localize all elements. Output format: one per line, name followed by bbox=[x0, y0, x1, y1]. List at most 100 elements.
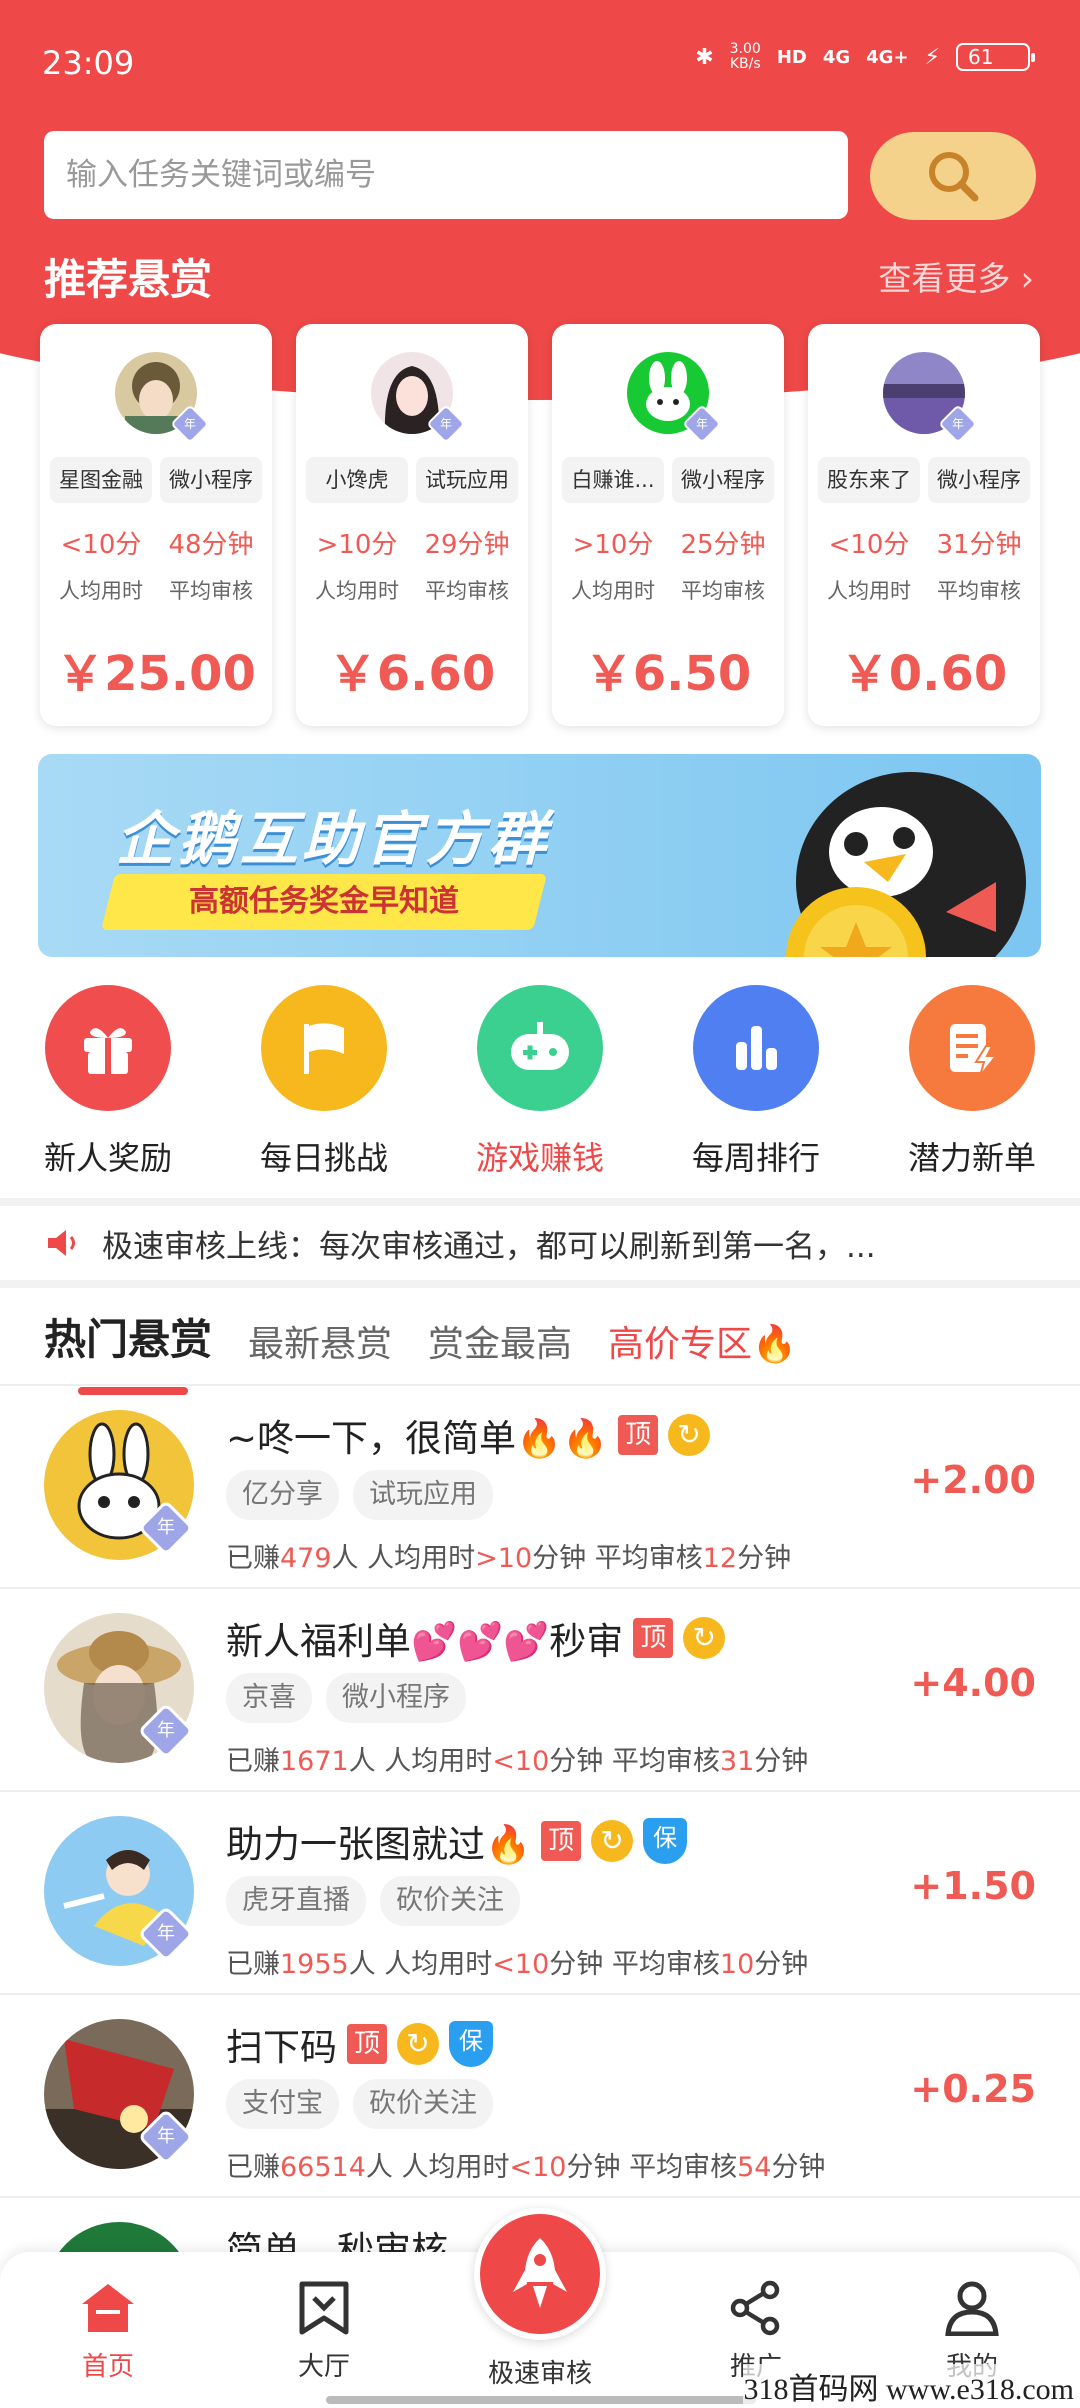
refresh-icon: ↻ bbox=[668, 1414, 711, 1456]
avg-time: >10分 bbox=[572, 530, 654, 560]
card-price: ￥6.60 bbox=[328, 646, 496, 702]
charging-icon: ⚡ bbox=[924, 44, 940, 70]
search-icon bbox=[929, 152, 979, 202]
task-tabs: 热门悬赏 最新悬赏 赏金最高 高价专区🔥 bbox=[44, 1306, 797, 1395]
task-amount: +2.00 bbox=[910, 1458, 1036, 1502]
card-tag: 微小程序 bbox=[928, 457, 1030, 503]
document-flash-icon bbox=[909, 985, 1035, 1111]
task-tag: 试玩应用 bbox=[353, 1470, 493, 1520]
avg-time-label: 人均用时 bbox=[571, 579, 655, 603]
task-title: 新人福利单💕💕💕秒审 bbox=[226, 1620, 624, 1663]
task-row[interactable]: 年 ~咚一下，很简单🔥🔥 顶 ↻ 亿分享 试玩应用 已赚479人 人均用时>10分钟 … bbox=[0, 1386, 1080, 1589]
tab-latest[interactable]: 最新悬赏 bbox=[248, 1315, 392, 1367]
quick-item-potential-new[interactable]: 潜力新单 bbox=[867, 985, 1077, 1185]
task-amount: +0.25 bbox=[910, 2067, 1036, 2111]
tab-highest-reward[interactable]: 赏金最高 bbox=[428, 1315, 572, 1367]
avg-audit: 25分钟 bbox=[680, 530, 766, 560]
rocket-icon bbox=[513, 2238, 567, 2308]
card-tag: 股东来了 bbox=[818, 457, 920, 503]
search-input[interactable]: 输入任务关键词或编号 bbox=[44, 131, 848, 219]
card-price: ￥6.50 bbox=[584, 646, 752, 702]
status-bar: 23:09 ✱ 3.00 KB/s HD 4G 4G+ ⚡ 61 bbox=[0, 0, 1080, 126]
clock: 23:09 bbox=[42, 44, 135, 82]
task-tag: 支付宝 bbox=[226, 2079, 339, 2129]
app-screen: { "status": {"time": "23:09", "net_speed… bbox=[0, 0, 1080, 2408]
quick-label: 每日挑战 bbox=[259, 1139, 388, 1177]
notice-bar[interactable]: 极速审核上线：每次审核通过，都可以刷新到第一名，... bbox=[0, 1206, 1080, 1280]
quick-label: 每周排行 bbox=[691, 1139, 820, 1177]
quick-entries: 新人奖励 每日挑战 游戏赚钱 每周排行 潜力新单 bbox=[0, 985, 1080, 1185]
task-tag: 砍价关注 bbox=[380, 1876, 520, 1926]
task-tag: 微小程序 bbox=[326, 1673, 466, 1723]
avg-audit-label: 平均审核 bbox=[681, 579, 765, 603]
task-amount: +1.50 bbox=[910, 1864, 1036, 1908]
see-more-link[interactable]: 查看更多 › bbox=[878, 252, 1034, 300]
promo-banner[interactable]: 企鹅互助官方群 高额任务奖金早知道 bbox=[38, 754, 1041, 957]
penguin-coin-illustration bbox=[786, 772, 1026, 957]
user-icon bbox=[945, 2281, 999, 2337]
card-tag: 白赚谁... bbox=[562, 457, 664, 503]
watermark: 318首码网 www.e318.com bbox=[743, 2364, 1074, 2408]
quick-item-weekly-rank[interactable]: 每周排行 bbox=[651, 985, 861, 1185]
avg-time: >10分 bbox=[316, 530, 398, 560]
task-stats: 已赚1671人 人均用时<10分钟 平均审核31分钟 bbox=[226, 1746, 809, 1777]
task-stats: 已赚66514人 人均用时<10分钟 平均审核54分钟 bbox=[226, 2152, 826, 2183]
card-price: ￥25.00 bbox=[56, 646, 256, 702]
task-title: 助力一张图就过🔥 bbox=[226, 1823, 532, 1866]
card-tag: 小馋虎 bbox=[306, 457, 408, 503]
recommend-card[interactable]: 年 股东来了 微小程序 <10分 人均用时 31分钟 平均审核 ￥0.60 bbox=[808, 324, 1040, 726]
guarantee-shield-icon: 保 bbox=[643, 1818, 688, 1864]
task-stats: 已赚1955人 人均用时<10分钟 平均审核10分钟 bbox=[226, 1949, 809, 1980]
notice-text: 极速审核上线：每次审核通过，都可以刷新到第一名，... bbox=[102, 1228, 876, 1265]
bookmark-icon bbox=[299, 2281, 349, 2335]
tab-premium[interactable]: 高价专区🔥 bbox=[608, 1315, 797, 1367]
divider bbox=[0, 1198, 1080, 1206]
task-row[interactable]: 年 助力一张图就过🔥 顶 ↻ 保 虎牙直播 砍价关注 已赚1955人 人均用时<10分钟… bbox=[0, 1792, 1080, 1995]
tab-hot[interactable]: 热门悬赏 bbox=[44, 1306, 212, 1395]
quick-item-game-earn[interactable]: 游戏赚钱 bbox=[435, 985, 645, 1185]
hd-icon: HD bbox=[776, 46, 807, 68]
banner-subtitle: 高额任务奖金早知道 bbox=[189, 884, 459, 919]
banner-subtitle-box: 高额任务奖金早知道 bbox=[101, 874, 547, 930]
task-tag: 虎牙直播 bbox=[226, 1876, 366, 1926]
task-amount: +4.00 bbox=[910, 1661, 1036, 1705]
top-badge: 顶 bbox=[347, 2024, 387, 2064]
avg-audit-label: 平均审核 bbox=[937, 579, 1021, 603]
avg-audit: 31分钟 bbox=[936, 530, 1022, 560]
guarantee-shield-icon: 保 bbox=[449, 2021, 493, 2067]
nav-hall[interactable]: 大厅 bbox=[224, 2252, 424, 2408]
quick-item-daily-challenge[interactable]: 每日挑战 bbox=[219, 985, 429, 1185]
quick-label: 潜力新单 bbox=[907, 1139, 1036, 1177]
card-price: ￥0.60 bbox=[840, 646, 1008, 702]
signal-4g-plus-icon: 4G+ bbox=[866, 46, 909, 68]
recommend-card[interactable]: 年 小馋虎 试玩应用 >10分 人均用时 29分钟 平均审核 ￥6.60 bbox=[296, 324, 528, 726]
home-indicator bbox=[326, 2396, 756, 2404]
refresh-icon: ↻ bbox=[683, 1617, 726, 1659]
top-badge: 顶 bbox=[541, 1821, 582, 1861]
quick-label: 游戏赚钱 bbox=[475, 1139, 604, 1177]
avg-audit-label: 平均审核 bbox=[425, 579, 509, 603]
banner-title: 企鹅互助官方群 bbox=[116, 805, 551, 873]
top-badge: 顶 bbox=[633, 1618, 674, 1658]
recommend-card[interactable]: 年 白赚谁... 微小程序 >10分 人均用时 25分钟 平均审核 ￥6.50 bbox=[552, 324, 784, 726]
recommend-title: 推荐悬赏 bbox=[44, 255, 213, 304]
fast-review-button[interactable] bbox=[474, 2208, 606, 2340]
share-icon bbox=[730, 2280, 780, 2336]
top-badge: 顶 bbox=[618, 1415, 659, 1455]
bar-chart-icon bbox=[693, 985, 819, 1111]
nav-home[interactable]: 首页 bbox=[8, 2252, 208, 2408]
task-row[interactable]: 年 扫下码顶 ↻ 保 支付宝 砍价关注 已赚66514人 人均用时<10分钟 平均审核… bbox=[0, 1995, 1080, 2198]
recommend-cards: 年 星图金融 微小程序 <10分 人均用时 48分钟 平均审核 ￥25.00 年 小馋… bbox=[40, 324, 1040, 726]
search-button[interactable] bbox=[870, 132, 1036, 220]
task-tag: 砍价关注 bbox=[353, 2079, 493, 2129]
card-tag: 微小程序 bbox=[672, 457, 774, 503]
recommend-card[interactable]: 年 星图金融 微小程序 <10分 人均用时 48分钟 平均审核 ￥25.00 bbox=[40, 324, 272, 726]
avg-time: <10分 bbox=[828, 530, 910, 560]
avg-audit: 29分钟 bbox=[424, 530, 510, 560]
gift-icon bbox=[45, 985, 171, 1111]
task-row[interactable]: 年 新人福利单💕💕💕秒审顶 ↻ 京喜 微小程序 已赚1671人 人均用时<10分钟 … bbox=[0, 1589, 1080, 1792]
avg-time-label: 人均用时 bbox=[59, 579, 143, 603]
system-icons: ✱ 3.00 KB/s HD 4G 4G+ ⚡ 61 bbox=[695, 41, 1035, 72]
net-speed: 3.00 KB/s bbox=[729, 41, 761, 72]
quick-item-new-user-reward[interactable]: 新人奖励 bbox=[3, 985, 213, 1185]
